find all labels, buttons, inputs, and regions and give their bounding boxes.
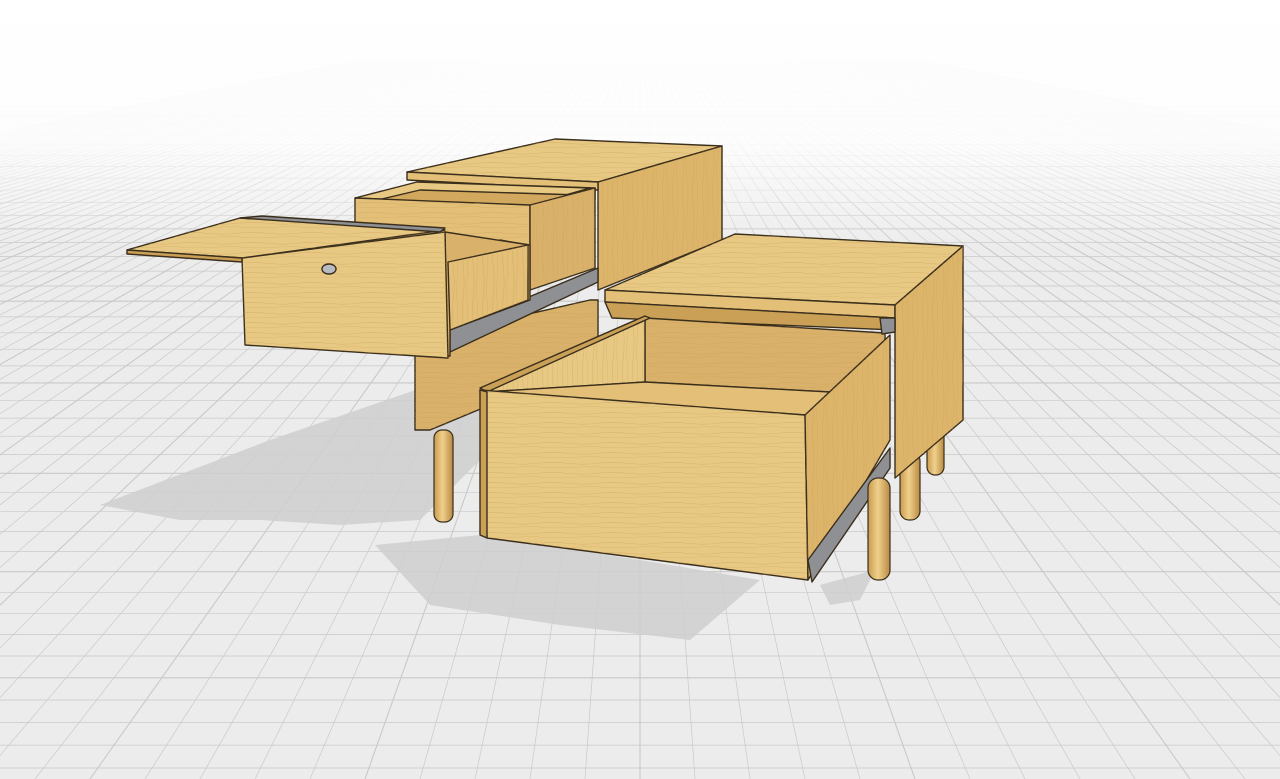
leg [867, 477, 891, 581]
leg [433, 429, 454, 523]
drawer-knob[interactable] [321, 263, 337, 275]
legs-front [867, 477, 891, 581]
3d-viewport[interactable] [0, 0, 1280, 779]
scene-canvas[interactable] [0, 0, 1280, 779]
